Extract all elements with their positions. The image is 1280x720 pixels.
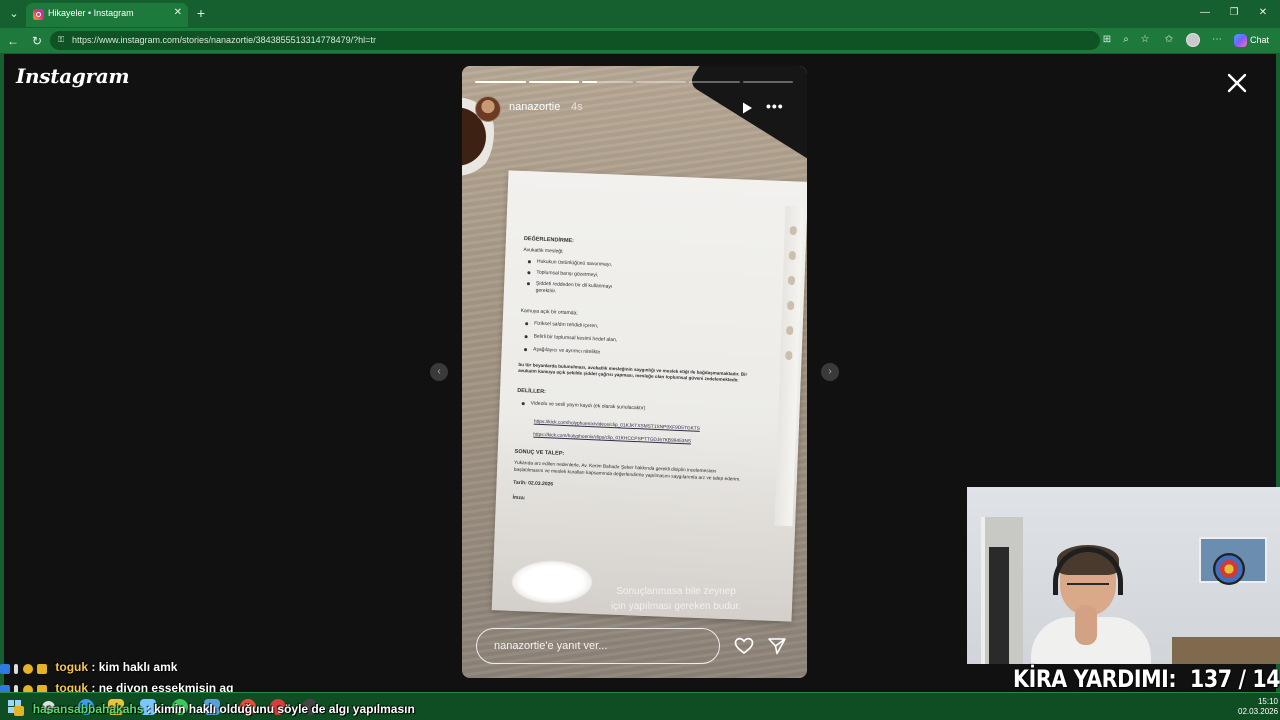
tab-list-chevron-icon[interactable]: ⌄ [4, 4, 24, 24]
doc-link-1: https://kick.com/holyphoenix/videos/clip… [533, 419, 700, 432]
gift-badge-icon [14, 705, 25, 716]
minimize-icon[interactable]: — [1198, 6, 1212, 20]
reply-placeholder: nanazortie'e yanıt ver... [494, 640, 608, 652]
story-progress-segment [635, 81, 686, 83]
chat-badges [0, 661, 48, 675]
chat-text: : kimin haklı olduğunu söyle de algı yap… [146, 702, 415, 716]
chat-username: toguk [55, 660, 89, 674]
story-reply-input[interactable]: nanazortie'e yanıt ver... [476, 628, 720, 664]
story-progress-fill [528, 81, 579, 83]
copilot-label: Chat [1250, 35, 1270, 45]
story-progress-segment [582, 81, 633, 83]
cam-dartboard [1213, 553, 1245, 585]
story-timestamp: 4s [571, 101, 583, 113]
address-bar[interactable]: ⚿ https://www.instagram.com/stories/nana… [50, 31, 1100, 50]
cam-streamer-hand [1075, 605, 1097, 645]
doc-bullet: Şiddeti reddeden bir dil kullanmayı gere… [521, 280, 632, 299]
chat-message: hasansabbahakahs : kimin haklı olduğunu … [0, 702, 415, 717]
gift-badge-icon [37, 663, 48, 674]
next-story-arrow-icon[interactable]: › [821, 363, 839, 381]
story-progress-bar [475, 81, 793, 83]
chat-username: hasansabbahakahs [32, 702, 144, 716]
story-user-avatar[interactable] [475, 96, 501, 122]
browser-tab-bar: ⌄ Hikayeler • Instagram ✕ + — ❐ ✕ [0, 0, 1280, 28]
story-progress-segment [528, 81, 579, 83]
subscriber-badge-icon [0, 663, 10, 674]
cam-background-doorway [989, 547, 1009, 664]
story-progress-segment [742, 81, 793, 83]
document-text: DEĞERLENDİRME: Avukatlık mesleği; Hukuku… [512, 236, 753, 512]
profile-avatar[interactable] [1186, 33, 1200, 47]
chat-message: toguk : kim haklı amk [0, 660, 177, 675]
site-info-icon[interactable]: ⚿ [58, 35, 68, 45]
favorites-icon[interactable]: ✩ [1162, 33, 1176, 47]
window-close-icon[interactable]: ✕ [1256, 6, 1270, 20]
taskbar-time: 15:10 [1257, 697, 1278, 706]
mic-badge-icon [14, 663, 19, 674]
chat-badges [0, 703, 25, 717]
rent-goal-label: KİRA YARDIMI: [1013, 665, 1177, 693]
refresh-icon[interactable]: ↻ [28, 32, 46, 50]
browser-toolbar: ← ↻ ⚿ https://www.instagram.com/stories/… [0, 28, 1280, 53]
story-progress-fill [475, 81, 526, 83]
new-tab-plus-icon[interactable]: + [193, 5, 209, 21]
story-progress-segment [689, 81, 740, 83]
taskbar-date: 02.03.2026 [1238, 707, 1279, 716]
copilot-icon [1234, 34, 1247, 47]
instagram-logo[interactable]: Instagram [16, 64, 130, 88]
tab-close-icon[interactable]: ✕ [174, 7, 182, 18]
more-menu-icon[interactable]: ⋯ [1210, 33, 1224, 47]
back-arrow-icon[interactable]: ← [4, 32, 22, 50]
apps-icon[interactable]: ⊞ [1100, 33, 1114, 47]
like-heart-icon[interactable] [734, 637, 754, 655]
zoom-icon[interactable]: ⌕ [1119, 33, 1133, 47]
play-icon[interactable] [740, 101, 754, 115]
favorite-star-icon[interactable]: ☆ [1138, 33, 1152, 47]
screen: ⌄ Hikayeler • Instagram ✕ + — ❐ ✕ ← ↻ ⚿ … [0, 0, 1280, 720]
rent-goal-counter: KİRA YARDIMI: 137 / 140 [1013, 665, 1280, 693]
story-card[interactable]: DEĞERLENDİRME: Avukatlık mesleği; Hukuku… [462, 66, 807, 678]
url-text: https://www.instagram.com/stories/nanazo… [72, 35, 376, 45]
restore-icon[interactable]: ❐ [1227, 6, 1241, 20]
story-caption: Sonuçlanmasa bile zeynep için yapılması … [610, 586, 742, 612]
doc-link-2: https://kick.com/holyphoenix/clips/clip_… [533, 432, 692, 445]
close-story-icon[interactable] [1226, 72, 1248, 94]
taskbar-clock[interactable]: 15:10 02.03.2026 [1238, 697, 1278, 717]
send-direct-icon[interactable] [767, 637, 787, 655]
instagram-favicon-icon [33, 9, 44, 20]
cam-couch [1172, 637, 1280, 664]
rent-goal-value: 137 / 140 [1189, 665, 1280, 693]
doc-paragraph: bu tür beyanlarda bulunulması, avukatlık… [518, 361, 748, 383]
chat-text: : kim haklı amk [91, 660, 178, 674]
signature-scribble [512, 561, 592, 603]
coin-badge-icon [22, 663, 33, 674]
cam-glasses [1067, 583, 1109, 593]
story-progress-segment [475, 81, 526, 83]
tab-title: Hikayeler • Instagram [48, 8, 134, 18]
story-username[interactable]: nanazortie [509, 101, 560, 113]
browser-tab-active[interactable]: Hikayeler • Instagram ✕ [26, 3, 188, 27]
more-options-icon[interactable]: ••• [766, 99, 788, 115]
previous-story-arrow-icon[interactable]: ‹ [430, 363, 448, 381]
webcam-overlay [967, 487, 1280, 664]
story-progress-fill [582, 81, 598, 83]
